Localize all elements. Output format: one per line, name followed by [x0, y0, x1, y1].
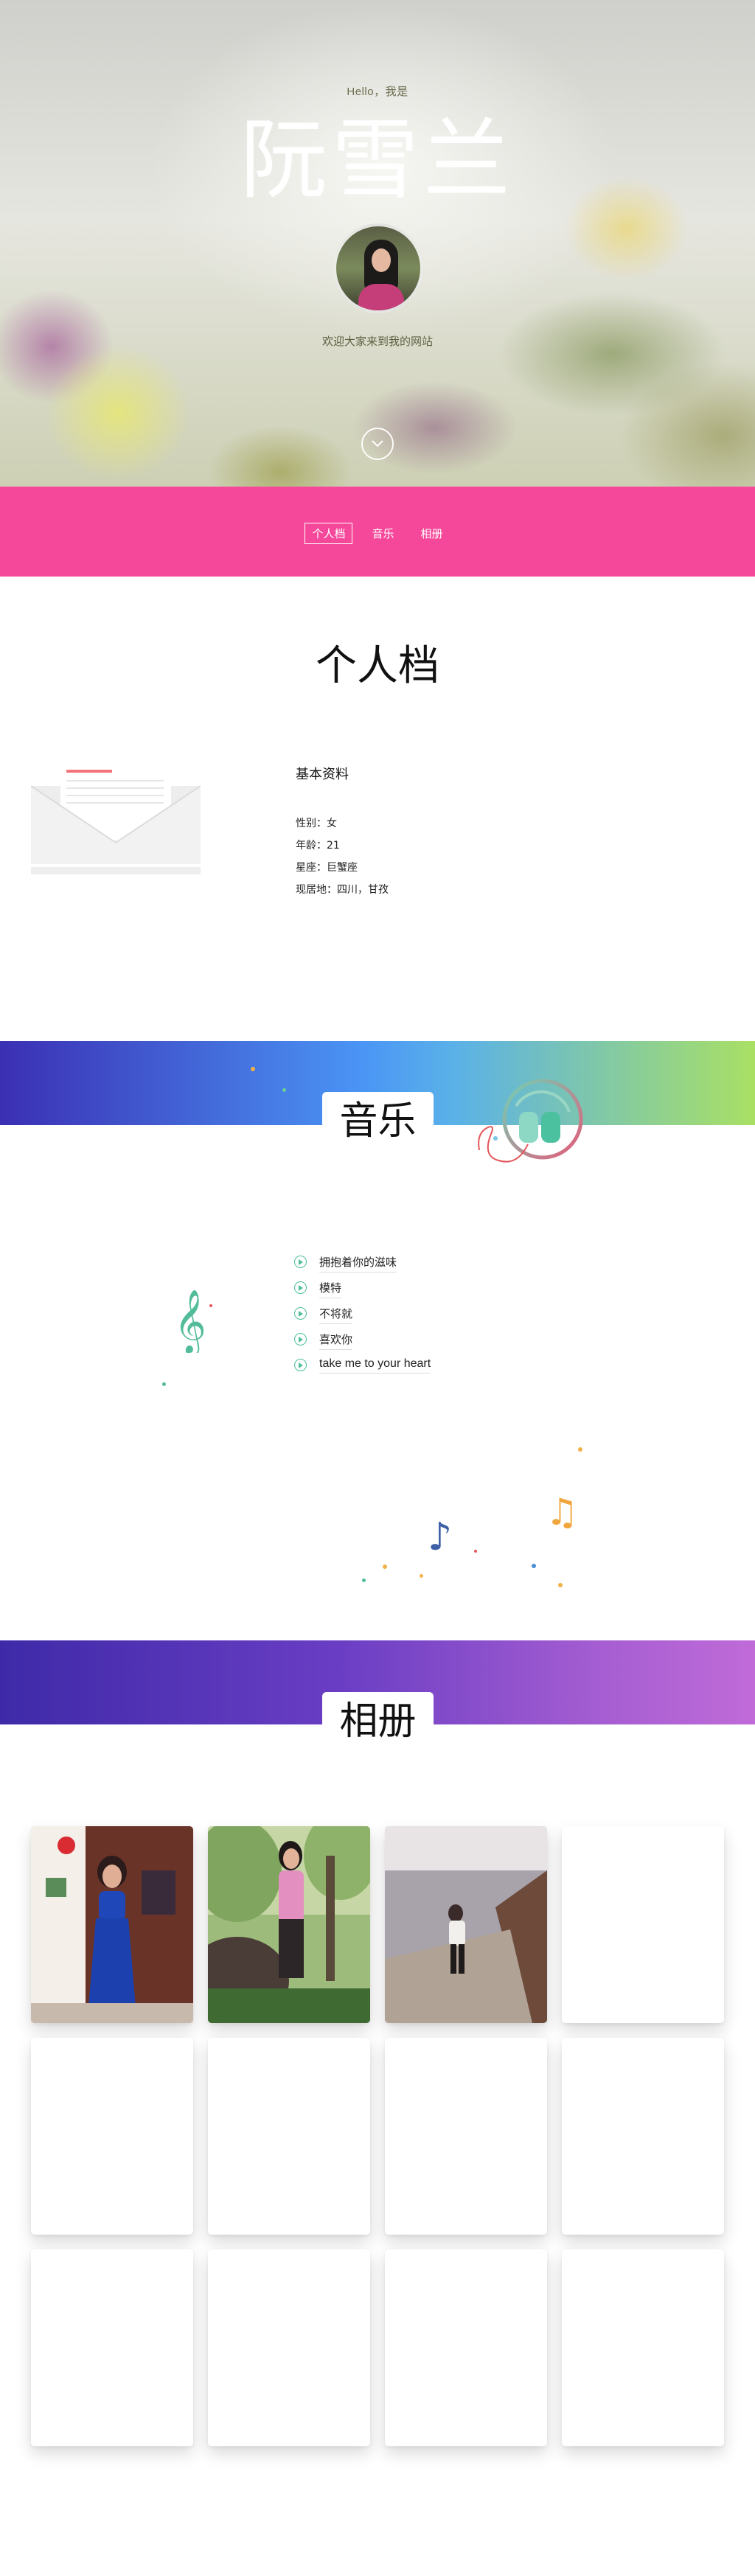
profile-age: 年龄：21 [296, 840, 340, 852]
decor-dot [558, 1583, 563, 1587]
nav-item-profile[interactable]: 个人档 [305, 523, 353, 544]
photo-image [31, 1826, 193, 2023]
album-photo[interactable] [208, 1826, 370, 2023]
album-section-title: 相册 [322, 1692, 434, 1751]
decor-dot [251, 1067, 255, 1071]
nav-item-album[interactable]: 相册 [414, 523, 450, 544]
album-photo-empty[interactable] [385, 2038, 547, 2235]
profile-zodiac: 星座：巨蟹座 [296, 862, 358, 874]
song-title[interactable]: 不将就 [319, 1306, 353, 1324]
svg-text:𝄞: 𝄞 [174, 1289, 206, 1353]
nav-bar: 个人档 音乐 相册 [0, 487, 755, 577]
headphones-icon [478, 1079, 583, 1163]
album-photo-empty[interactable] [562, 2249, 724, 2446]
avatar-face [372, 248, 391, 272]
decor-dot [474, 1550, 477, 1553]
hero-name: 阮雪兰 [240, 109, 515, 211]
decor-dot [532, 1564, 536, 1568]
song-title[interactable]: 模特 [319, 1280, 342, 1298]
decor-dot [362, 1578, 366, 1582]
profile-section-title: 个人档 [316, 642, 439, 690]
album-photo[interactable] [385, 1826, 547, 2023]
hero-greeting: Hello，我是 [347, 86, 408, 98]
album-photo-empty[interactable] [208, 2038, 370, 2235]
album-photo-empty[interactable] [562, 2038, 724, 2235]
album-photo-empty[interactable] [31, 2038, 193, 2235]
song-title[interactable]: 喜欢你 [319, 1331, 353, 1350]
play-circle-icon[interactable] [294, 1359, 307, 1371]
scroll-down-button[interactable] [361, 428, 394, 460]
profile-heading: 基本资料 [296, 767, 349, 782]
photo-image [208, 1826, 370, 2023]
play-circle-icon[interactable] [294, 1307, 307, 1320]
album-photo-empty[interactable] [385, 2249, 547, 2446]
profile-gender: 性别：女 [296, 818, 337, 829]
decor-dot [162, 1382, 166, 1386]
hero-section: Hello，我是 阮雪兰 欢迎大家来到我的网站 [0, 0, 755, 487]
eighth-note-icon: ♪ [428, 1515, 452, 1557]
chevron-down-icon [372, 440, 383, 448]
beamed-notes-icon: ♫ [546, 1491, 579, 1532]
play-circle-icon[interactable] [294, 1333, 307, 1346]
album-photo-empty[interactable] [31, 2249, 193, 2446]
album-photo[interactable] [31, 1826, 193, 2023]
music-section-title: 音乐 [322, 1092, 434, 1151]
photo-image [385, 1826, 547, 2023]
envelope-icon [31, 770, 201, 874]
hero-welcome-text: 欢迎大家来到我的网站 [321, 335, 433, 348]
svg-text:♫: ♫ [546, 1491, 579, 1532]
decor-dot [420, 1574, 423, 1578]
song-title[interactable]: take me to your heart [319, 1357, 431, 1374]
decor-dot [578, 1447, 582, 1452]
profile-location: 现居地：四川，甘孜 [296, 884, 389, 896]
avatar [333, 223, 423, 313]
play-circle-icon[interactable] [294, 1281, 307, 1294]
song-title[interactable]: 拥抱着你的滋味 [319, 1254, 397, 1273]
play-circle-icon[interactable] [294, 1256, 307, 1268]
decor-dot [383, 1564, 387, 1569]
avatar-body [358, 284, 404, 310]
album-photo-empty[interactable] [208, 2249, 370, 2446]
treble-clef-icon: 𝄞 [174, 1289, 212, 1353]
decor-dot [282, 1088, 286, 1092]
nav-item-music[interactable]: 音乐 [364, 523, 401, 544]
album-photo-empty[interactable] [562, 1826, 724, 2023]
nav-items: 个人档 音乐 相册 [0, 523, 755, 544]
svg-text:♪: ♪ [428, 1515, 452, 1557]
